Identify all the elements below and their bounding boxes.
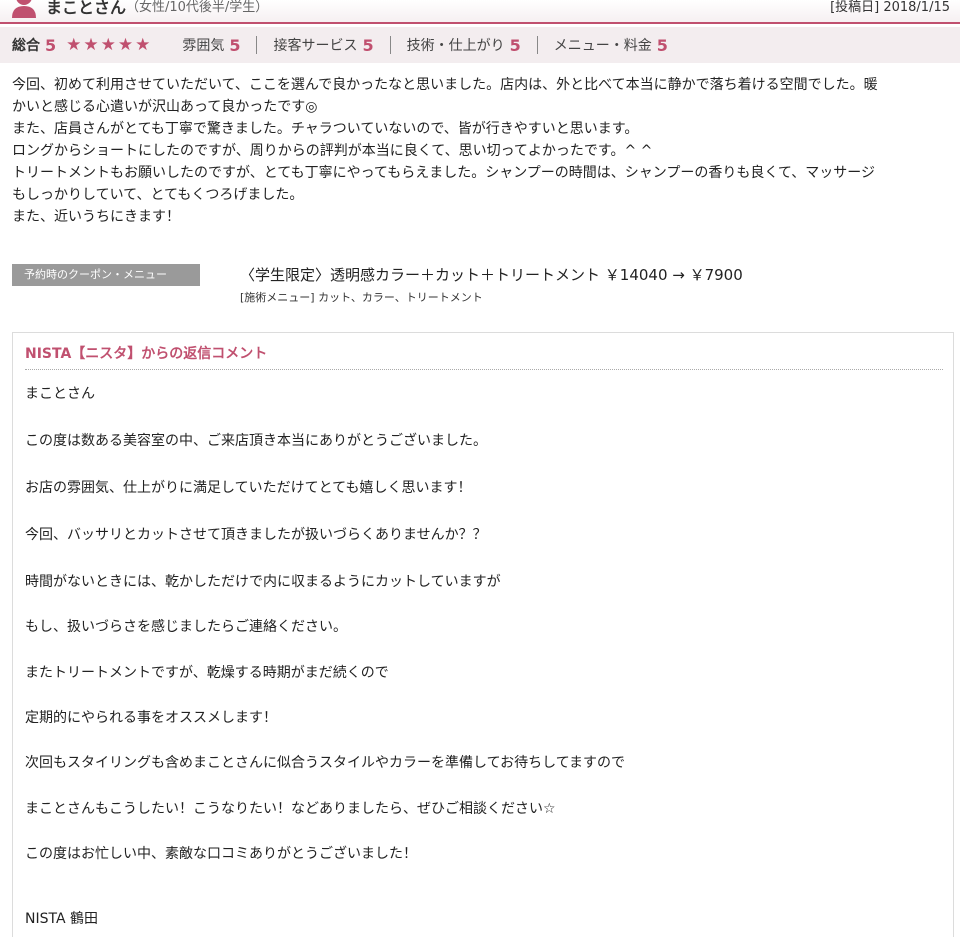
review-line: また、近いうちにきます！ (12, 209, 180, 225)
rating-service-label: 接客サービス (273, 38, 358, 54)
rating-technique-label: 技術・仕上がり (406, 38, 505, 54)
review-line: かいと感じる心遣いが沢山あって良かったです◎ (12, 99, 318, 115)
reply-line: 定期的にやられる事をオススメします！ (25, 710, 277, 726)
rating-divider (536, 36, 538, 54)
review-header: まことさん （女性/10代後半/学生） [投稿日] 2018/1/15 (0, 0, 960, 24)
reply-line: この度はお忙しい中、素敵な口コミありがとうございました！ (25, 846, 417, 862)
coupon-badge: 予約時のクーポン・メニュー (12, 264, 200, 286)
reply-line: またトリートメントですが、乾燥する時期がまだ続くので (25, 665, 389, 681)
reply-title: NISTA【ニスタ】からの返信コメント (25, 346, 268, 362)
rating-divider (389, 36, 391, 54)
salon-reply-box: NISTA【ニスタ】からの返信コメント まことさん この度は数ある美容室の中、ご… (12, 332, 954, 937)
reviewer-name[interactable]: まことさん (46, 0, 126, 18)
coupon-link[interactable]: 〈学生限定〉透明感カラー＋カット＋トリートメント ￥14040 → ￥7900 (240, 264, 743, 285)
reply-line: 今回、バッサリとカットさせて頂きましたが扱いづらくありませんか？？ (25, 527, 487, 543)
review-line: もしっかりしていて、とてもくつろげました。 (12, 187, 304, 203)
rating-technique-value: 5 (509, 35, 521, 55)
reply-line: まことさん (25, 386, 95, 402)
rating-service-value: 5 (362, 35, 374, 55)
rating-price-label: メニュー・料金 (553, 38, 652, 54)
review-text: 今回、初めて利用させていただいて、ここを選んで良かったなと思いました。店内は、外… (12, 74, 954, 228)
star-rating-icon: ★★★★★ (66, 35, 153, 55)
post-date: [投稿日] 2018/1/15 (830, 0, 950, 15)
reply-line: 時間がないときには、乾かしただけで内に収まるようにカットしていますが (25, 574, 501, 590)
reply-line: 次回もスタイリングも含めまことさんに似合うスタイルやカラーを準備してお待ちしてま… (25, 755, 626, 771)
review-line: 今回、初めて利用させていただいて、ここを選んで良かったなと思いました。店内は、外… (12, 77, 878, 93)
review-line: トリートメントもお願いしたのですが、とても丁寧にやってもらえました。シャンプーの… (12, 165, 875, 181)
rating-atmosphere-value: 5 (229, 35, 241, 55)
reply-line: もし、扱いづらさを感じましたらご連絡ください。 (25, 619, 347, 635)
review-line: ロングからショートにしたのですが、周りからの評判が本当に良くて、思い切ってよかっ… (12, 143, 653, 159)
rating-atmosphere-label: 雰囲気 (182, 38, 225, 54)
coupon-menu-text: [施術メニュー] カット、カラー、トリートメント (240, 291, 483, 304)
overall-rating-label: 総合 (12, 38, 40, 54)
reply-line: まことさんもこうしたい！こうなりたい！などありましたら、ぜひご相談ください☆ (25, 801, 556, 817)
rating-divider (256, 36, 258, 54)
overall-rating-value: 5 (45, 35, 57, 55)
user-avatar-icon (12, 0, 36, 18)
reply-line: お店の雰囲気、仕上がりに満足していただけてとても嬉しく思います！ (25, 480, 472, 496)
rating-price-value: 5 (656, 35, 668, 55)
reply-signature: NISTA 鶴田 (25, 911, 98, 927)
review-line: また、店員さんがとても丁寧で驚きました。チャラついていないので、皆が行きやすいと… (12, 121, 639, 137)
reviewer-attributes: （女性/10代後半/学生） (126, 0, 269, 15)
reply-divider (25, 369, 943, 370)
reply-line: この度は数ある美容室の中、ご来店頂き本当にありがとうございました。 (25, 433, 487, 449)
rating-bar: 総合 5 ★★★★★ 雰囲気 5 接客サービス 5 技術・仕上がり 5 メニュー… (0, 27, 960, 63)
